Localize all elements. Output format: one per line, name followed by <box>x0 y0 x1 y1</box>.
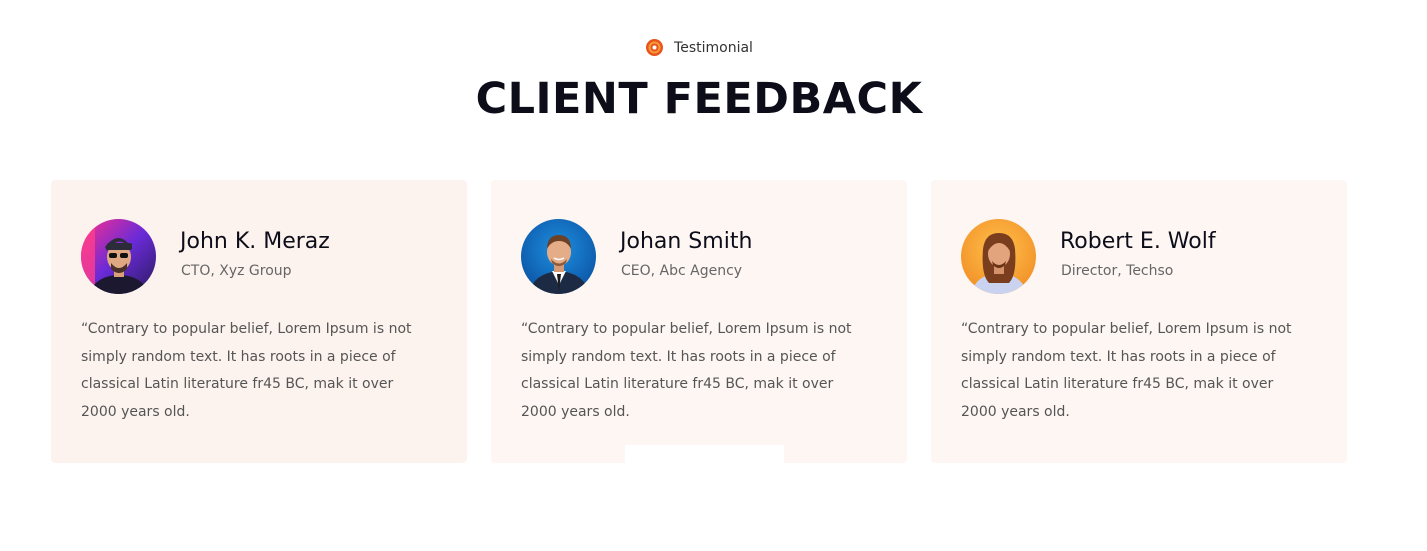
testimonial-card: Robert E. Wolf Director, Techso “Contrar… <box>931 180 1347 463</box>
client-name: John K. Meraz <box>180 229 330 254</box>
section-eyebrow: Testimonial <box>0 38 1398 57</box>
avatar <box>961 219 1036 294</box>
client-name: Robert E. Wolf <box>1060 229 1216 254</box>
client-role: Director, Techso <box>1061 263 1174 279</box>
client-role: CEO, Abc Agency <box>621 263 743 279</box>
testimonial-card: John K. Meraz CTO, Xyz Group “Contrary t… <box>51 180 467 463</box>
testimonial-section: Testimonial CLIENT FEEDBACK John K. Mera… <box>0 0 1427 551</box>
section-title: CLIENT FEEDBACK <box>475 74 923 124</box>
client-role: CTO, Xyz Group <box>181 263 292 279</box>
client-name: Johan Smith <box>620 229 753 254</box>
avatar <box>521 219 596 294</box>
card-bottom-tab <box>625 445 784 463</box>
spiral-logo-icon <box>645 38 664 57</box>
testimonial-quote: “Contrary to popular belief, Lorem Ipsum… <box>961 321 1292 420</box>
testimonial-card: Johan Smith CEO, Abc Agency “Contrary to… <box>491 180 907 463</box>
eyebrow-label: Testimonial <box>674 39 753 56</box>
testimonial-quote: “Contrary to popular belief, Lorem Ipsum… <box>81 321 412 420</box>
testimonial-quote: “Contrary to popular belief, Lorem Ipsum… <box>521 321 852 420</box>
avatar <box>81 219 156 294</box>
